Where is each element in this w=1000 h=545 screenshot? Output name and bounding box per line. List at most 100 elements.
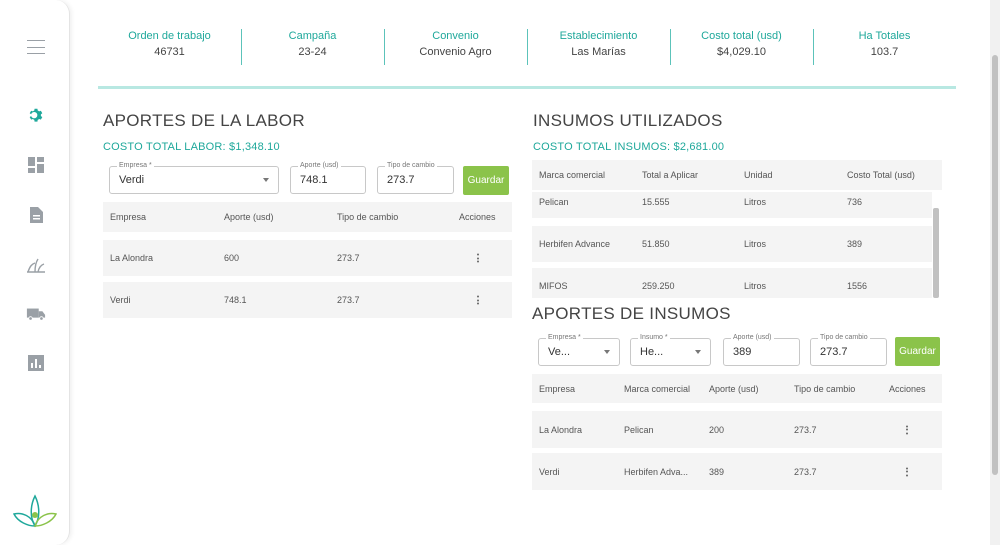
brand-logo [10,490,60,530]
more-vert-icon[interactable] [477,295,480,305]
chart-icon[interactable] [26,353,46,373]
cell-aporte: 389 [709,466,725,477]
cell-total: 259.250 [642,281,675,291]
cell-empresa: La Alondra [539,424,583,435]
field-label: Tipo de cambio [385,161,437,171]
document-icon[interactable] [26,205,46,225]
cell-unidad: Litros [744,281,767,291]
cell-tipo-cambio: 273.7 [794,424,817,435]
chevron-down-icon [695,350,701,354]
column-header: Aporte (usd) [224,212,274,222]
insumos-table-scrollbar[interactable] [933,208,939,298]
settings-icon[interactable] [26,106,46,126]
cell-tipo-cambio: 273.7 [794,466,817,477]
table-row: Verdi 748.1 273.7 [103,282,512,318]
field-value: He... [640,346,664,358]
cell-empresa: La Alondra [110,253,154,263]
summary-label: Establecimiento [559,30,638,42]
field-label: Empresa * [117,161,154,171]
insumos-empresa-select[interactable]: Empresa * Ve... [538,333,620,366]
column-header: Acciones [459,212,496,222]
summary-value: Convenio Agro [419,46,492,58]
summary-value: 103.7 [870,46,899,58]
summary-label: Convenio [432,30,479,42]
summary-label: Ha Totales [858,30,911,42]
summary-label: Campaña [288,30,337,42]
more-vert-icon[interactable] [906,467,909,476]
column-header: Unidad [744,170,773,180]
summary-ha-totales: Ha Totales 103.7 [813,27,956,86]
truck-icon[interactable] [26,304,46,324]
cell-aporte: 200 [709,424,725,435]
summary-label: Costo total (usd) [701,30,782,42]
column-header: Marca comercial [539,170,606,180]
cell-empresa: Verdi [539,466,560,477]
cell-total: 15.555 [642,197,670,208]
field-label: Aporte (usd) [731,333,774,343]
field-value: 748.1 [300,174,328,186]
summary-establecimiento: Establecimiento Las Marías [527,27,670,86]
cell-empresa: Verdi [110,295,131,305]
cell-costo: 389 [847,239,863,249]
column-header: Aporte (usd) [709,383,759,394]
field-value: 273.7 [820,346,848,358]
work-order-summary: Orden de trabajo 46731 Campaña 23-24 Conve… [98,27,956,89]
insumos-table-header: Marca comercial Total a Aplicar Unidad C… [532,160,942,190]
insumos-total-cost: COSTO TOTAL INSUMOS: $2,681.00 [533,141,725,153]
dashboard-icon[interactable] [26,155,46,175]
field-label: Tipo de cambio [818,333,870,343]
cell-costo: 1556 [847,281,868,291]
cell-tipo-cambio: 273.7 [337,253,360,263]
labor-total-cost: COSTO TOTAL LABOR: $1,348.10 [103,141,280,153]
column-header: Tipo de cambio [337,212,399,222]
table-row: Verdi Herbifen Adva... 389 273.7 [532,453,942,490]
field-value: 389 [733,346,752,358]
summary-value: Las Marías [571,46,626,58]
summary-costo-total: Costo total (usd) $4,029.10 [670,27,813,86]
cell-marca: Herbifen Adva... [624,466,689,477]
column-header: Empresa [110,212,147,222]
aportes-insumos-title: APORTES DE INSUMOS [532,304,731,323]
cell-marca: Pelican [624,424,654,435]
cell-total: 51.850 [642,239,670,249]
sidebar [0,0,70,545]
crop-icon[interactable] [26,255,46,275]
chevron-down-icon [604,350,610,354]
table-row: MIFOS 259.250 Litros 1556 [532,268,932,298]
column-header: Marca comercial [624,383,691,394]
page-scrollbar[interactable] [990,0,1000,545]
table-row: Pelican 15.555 Litros 736 [532,192,932,218]
labor-table-header: Empresa Aporte (usd) Tipo de cambio Acci… [103,202,512,232]
menu-icon[interactable] [26,37,46,57]
more-vert-icon[interactable] [477,253,480,263]
labor-empresa-select[interactable]: Empresa * Verdi [109,161,279,194]
labor-tipo-cambio-input[interactable]: Tipo de cambio 273.7 [377,161,454,194]
field-value: Ve... [548,346,571,358]
column-header: Acciones [889,383,926,394]
summary-value: $4,029.10 [717,46,766,58]
column-header: Costo Total (usd) [847,170,915,180]
field-label: Empresa * [546,333,583,343]
cell-aporte: 748.1 [224,295,247,305]
summary-label: Orden de trabajo [128,30,211,42]
summary-campana: Campaña 23-24 [241,27,384,86]
summary-convenio: Convenio Convenio Agro [384,27,527,86]
summary-orden: Orden de trabajo 46731 [98,27,241,86]
more-vert-icon[interactable] [906,425,909,434]
field-value: Verdi [119,174,145,186]
cell-unidad: Litros [744,197,767,208]
insumos-insumo-select[interactable]: Insumo * He... [630,333,711,366]
labor-aporte-input[interactable]: Aporte (usd) 748.1 [290,161,366,194]
insumos-save-button[interactable]: Guardar [895,337,940,366]
cell-costo: 736 [847,197,863,208]
labor-save-button[interactable]: Guardar [463,166,509,195]
cell-tipo-cambio: 273.7 [337,295,360,305]
cell-marca: Herbifen Advance [539,239,611,249]
insumos-aporte-input[interactable]: Aporte (usd) 389 [723,333,800,366]
column-header: Total a Aplicar [642,170,699,180]
insumos-tipo-cambio-input[interactable]: Tipo de cambio 273.7 [810,333,887,366]
aportes-insumos-table-header: Empresa Marca comercial Aporte (usd) Tip… [532,374,942,403]
column-header: Tipo de cambio [794,383,856,394]
field-label: Aporte (usd) [298,161,341,171]
page-scrollbar-thumb[interactable] [992,55,998,475]
